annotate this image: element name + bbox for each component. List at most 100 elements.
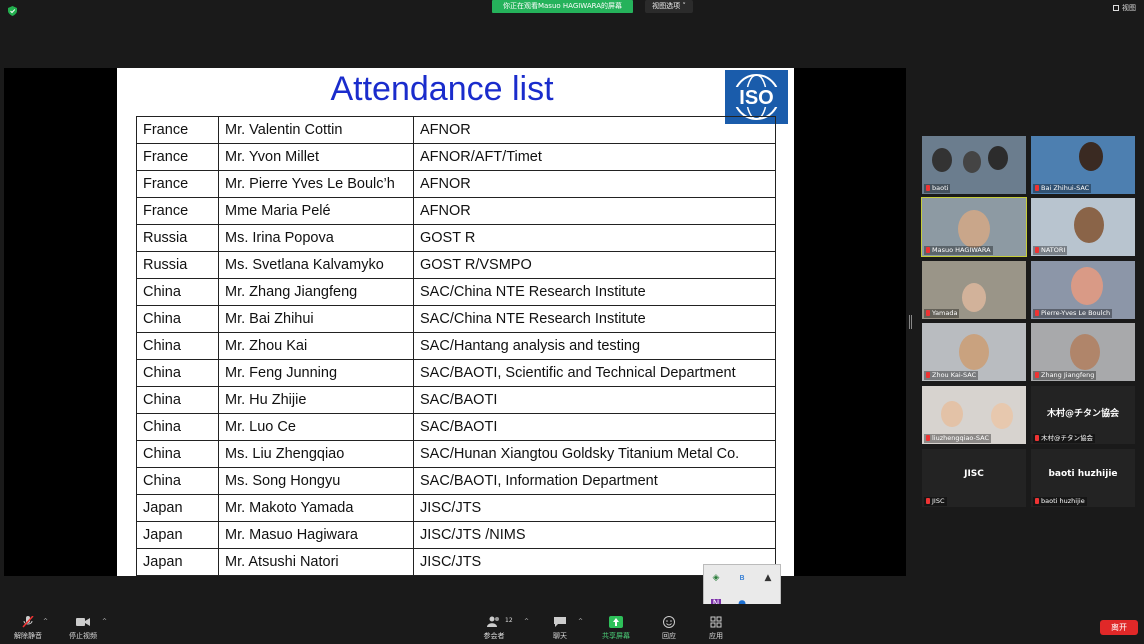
name-cell: Ms. Liu Zhengqiao <box>218 440 414 468</box>
slide-title: Attendance list <box>330 70 554 108</box>
participant-display-name: JISC <box>964 469 984 479</box>
organization-cell: AFNOR <box>413 197 776 225</box>
participant-tile[interactable]: 木村@チタン協会 木村@チタン協会 <box>1031 386 1135 444</box>
security-icon[interactable]: ◈ <box>711 573 721 583</box>
participant-name-label: JISC <box>924 497 947 506</box>
top-bar: 你正在观看Masuo HAGIWARA的屏幕 视图选项 ˅ 视图 <box>0 0 1144 22</box>
table-row: Japan Mr. Masuo Hagiwara JISC/JTS /NIMS <box>136 521 776 549</box>
name-cell: Mr. Luo Ce <box>218 413 414 441</box>
country-cell: China <box>136 440 219 468</box>
participant-name-label: NATORI <box>1033 246 1068 255</box>
organization-cell: GOST R/VSMPO <box>413 251 776 279</box>
participant-tile[interactable]: liuzhengqiao-SAC <box>922 386 1026 444</box>
country-cell: China <box>136 278 219 306</box>
participant-tile[interactable]: NATORI <box>1031 198 1135 256</box>
meeting-toolbar: 解除静音 ^ 停止视频 ^ 参会者 ^ 聊天 ^ 共享屏幕 回应 应用 <box>0 604 1144 644</box>
participant-tile[interactable]: Zhang Jiangfeng <box>1031 323 1135 381</box>
participant-name: Masuo HAGIWARA <box>932 246 991 254</box>
table-row: France Mme Maria Pelé AFNOR <box>136 197 776 225</box>
table-row: China Mr. Luo Ce SAC/BAOTI <box>136 413 776 441</box>
participant-name-label: Pierre-Yves Le Boulch <box>1033 309 1113 318</box>
name-cell: Ms. Svetlana Kalvamyko <box>218 251 414 279</box>
participant-face <box>962 283 986 312</box>
view-button-label: 视图 <box>1122 4 1136 12</box>
participant-face <box>1070 334 1100 370</box>
name-cell: Mr. Hu Zhijie <box>218 386 414 414</box>
participant-name: NATORI <box>1041 246 1066 254</box>
name-cell: Mr. Valentin Cottin <box>218 116 414 144</box>
participant-face <box>1079 142 1103 171</box>
share-screen-button[interactable]: 共享屏幕 <box>591 616 641 641</box>
organization-cell: AFNOR <box>413 116 776 144</box>
reactions-button[interactable]: 回应 <box>644 616 694 641</box>
shield-icon[interactable] <box>8 6 17 16</box>
participant-tile[interactable]: Pierre-Yves Le Boulch <box>1031 261 1135 319</box>
view-options-button[interactable]: 视图选项 ˅ <box>645 0 693 13</box>
name-cell: Mr. Pierre Yves Le Boulc’h <box>218 170 414 198</box>
name-cell: Mr. Zhang Jiangfeng <box>218 278 414 306</box>
participant-tile[interactable]: Bai Zhihui-SAC <box>1031 136 1135 194</box>
name-cell: Mr. Feng Junning <box>218 359 414 387</box>
panel-resize-handle[interactable] <box>909 315 912 329</box>
muted-microphone-icon <box>1035 247 1039 253</box>
table-row: France Mr. Yvon Millet AFNOR/AFT/Timet <box>136 143 776 171</box>
video-options-caret[interactable]: ^ <box>102 618 107 625</box>
country-cell: Japan <box>136 494 219 522</box>
zoom-meeting-window: 你正在观看Masuo HAGIWARA的屏幕 视图选项 ˅ 视图 Attenda… <box>0 0 1144 644</box>
participant-tile[interactable]: Zhou Kai-SAC <box>922 323 1026 381</box>
name-cell: Mme Maria Pelé <box>218 197 414 225</box>
participant-tile[interactable]: JISC JISC <box>922 449 1026 507</box>
participant-face <box>1074 207 1104 243</box>
muted-microphone-icon <box>22 616 34 628</box>
table-row: China Ms. Liu Zhengqiao SAC/Hunan Xiangtou… <box>136 440 776 468</box>
name-cell: Mr. Masuo Hagiwara <box>218 521 414 549</box>
organization-cell: AFNOR <box>413 170 776 198</box>
participants-options-caret[interactable]: ^ <box>524 618 529 625</box>
leave-meeting-button[interactable]: 离开 <box>1100 620 1138 635</box>
participant-name: JISC <box>932 497 945 505</box>
participant-name: baoti <box>932 184 949 192</box>
organization-cell: SAC/BAOTI, Information Department <box>413 467 776 495</box>
muted-microphone-icon <box>926 185 930 191</box>
organization-cell: GOST R <box>413 224 776 252</box>
reactions-label: 回应 <box>662 632 676 640</box>
participant-tile[interactable]: Yamada <box>922 261 1026 319</box>
participant-name: Pierre-Yves Le Boulch <box>1041 309 1111 317</box>
name-cell: Mr. Bai Zhihui <box>218 305 414 333</box>
participant-face <box>958 210 990 249</box>
participant-name-label: Masuo HAGIWARA <box>924 246 993 255</box>
apps-label: 应用 <box>709 632 723 640</box>
stop-video-label: 停止视频 <box>69 632 97 640</box>
view-button[interactable]: 视图 <box>1113 3 1136 13</box>
participants-icon <box>487 616 499 627</box>
table-row: China Mr. Zhang Jiangfeng SAC/China NTE Re… <box>136 278 776 306</box>
attendance-table: France Mr. Valentin Cottin AFNOR France Mr. … <box>136 116 776 576</box>
country-cell: Japan <box>136 521 219 549</box>
participant-name: Zhang Jiangfeng <box>1041 371 1095 379</box>
participant-tile[interactable]: Masuo HAGIWARA <box>921 197 1027 257</box>
participant-display-name: baoti huzhijie <box>1048 469 1118 479</box>
country-cell: Russia <box>136 251 219 279</box>
muted-microphone-icon <box>1035 310 1039 316</box>
participant-tile[interactable]: baoti huzhijie baoti huzhijie <box>1031 449 1135 507</box>
muted-microphone-icon <box>1035 498 1039 504</box>
country-cell: China <box>136 467 219 495</box>
participant-name: 木村@チタン協会 <box>1041 434 1093 442</box>
participant-name-label: Zhou Kai-SAC <box>924 371 979 380</box>
organization-cell: AFNOR/AFT/Timet <box>413 143 776 171</box>
participant-name: liuzhengqiao-SAC <box>932 434 989 442</box>
apps-button[interactable]: 应用 <box>691 616 741 641</box>
bluetooth-icon[interactable]: ʙ <box>737 573 747 583</box>
muted-microphone-icon <box>926 498 930 504</box>
muted-microphone-icon <box>1035 185 1039 191</box>
organization-cell: JISC/JTS <box>413 494 776 522</box>
stop-video-button[interactable]: 停止视频 <box>58 616 108 641</box>
muted-microphone-icon <box>926 435 930 441</box>
tray-app-icon[interactable]: ▲ <box>763 573 773 583</box>
participant-tile[interactable]: baoti <box>922 136 1026 194</box>
organization-cell: SAC/BAOTI <box>413 386 776 414</box>
audio-options-caret[interactable]: ^ <box>43 618 48 625</box>
organization-cell: SAC/China NTE Research Institute <box>413 305 776 333</box>
participant-name-label: Bai Zhihui-SAC <box>1033 184 1092 193</box>
chat-options-caret[interactable]: ^ <box>578 618 583 625</box>
